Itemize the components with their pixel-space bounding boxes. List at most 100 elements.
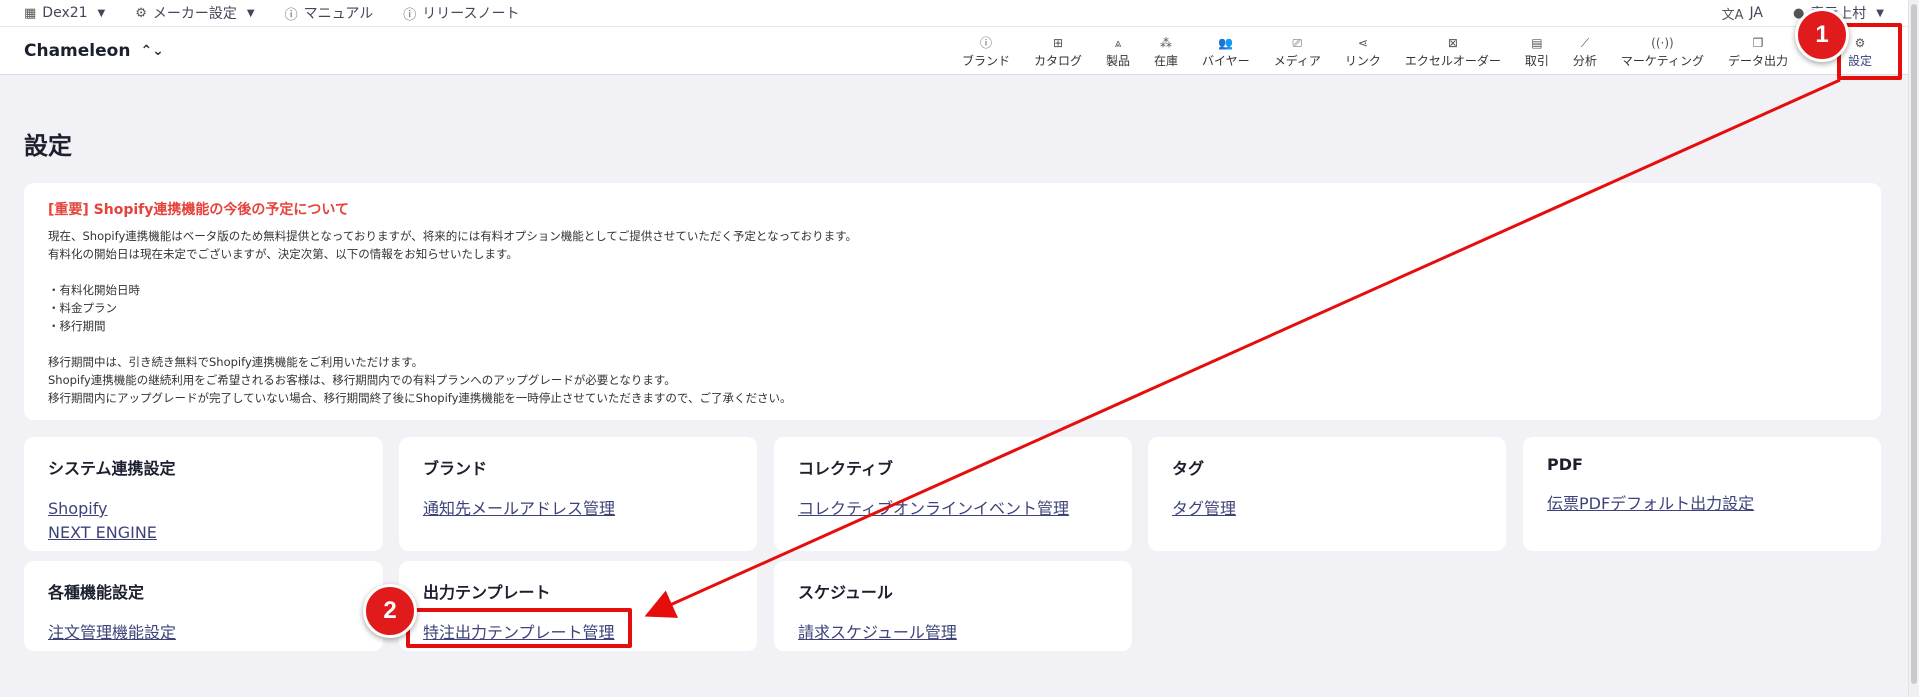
notice-line: Shopify連携機能の継続利用をご希望されるお客様は、移行期間内での有料プラン… <box>48 373 676 387</box>
excel-icon: ⊠ <box>1447 36 1458 50</box>
nav-item-1[interactable]: ⊞ カタログ <box>1022 27 1094 74</box>
card-title: スケジュール <box>798 583 893 602</box>
nav-item-8[interactable]: ▤ 取引 <box>1513 27 1561 74</box>
notice-line <box>48 263 1857 281</box>
chevron-updown-icon: ⌃⌄ <box>140 42 164 59</box>
card-title: コレクティブ <box>798 459 894 478</box>
chart-icon: ⟋ <box>1580 36 1590 50</box>
main-header: Chameleon ⌃⌄ ⓘ ブランド ⊞ カタログ ⩓ 製品 ⁂ 在庫 👥 バイヤー ⎚ メディア ⋖… <box>0 26 1908 75</box>
card-pdf: PDF 伝票PDFデフォルト出力設定 <box>1523 437 1881 551</box>
copy-icon: ❐ <box>1752 36 1764 50</box>
main-nav: ⓘ ブランド ⊞ カタログ ⩓ 製品 ⁂ 在庫 👥 バイヤー ⎚ メディア ⋖ リンク ⊠ エクセルオーダー ▤… <box>950 27 1884 74</box>
receipt-icon: ▤ <box>1531 36 1543 50</box>
notice-line: ・移行期間 <box>48 319 106 333</box>
page-title: 設定 <box>24 132 72 160</box>
card-brand: ブランド 通知先メールアドレス管理 <box>399 437 757 551</box>
gear-icon: ⚙ <box>135 5 147 21</box>
link-pdf-default-output[interactable]: 伝票PDFデフォルト出力設定 <box>1547 492 1857 516</box>
page-scrollbar[interactable] <box>1908 0 1919 697</box>
release-notes-label: リリースノート <box>422 6 520 22</box>
grid-icon: ⊞ <box>1052 36 1064 50</box>
boxes-icon: ⁂ <box>1160 36 1173 50</box>
link-collective-online-event[interactable]: コレクティブオンラインイベント管理 <box>798 497 1108 521</box>
nav-item-5[interactable]: ⎚ メディア <box>1262 27 1333 74</box>
card-tag: タグ タグ管理 <box>1148 437 1506 551</box>
link-tag-management[interactable]: タグ管理 <box>1172 497 1482 521</box>
notice-line: 移行期間中は、引き続き無料でShopify連携機能をご利用いただけます。 <box>48 355 424 369</box>
highlight-box-template <box>406 608 632 648</box>
nav-item-label: マーケティング <box>1620 54 1704 68</box>
notice-title: [重要] Shopify連携機能の今後の予定について <box>48 202 349 218</box>
scrollbar-thumb[interactable] <box>1911 4 1917 684</box>
step-badge-2: 2 <box>363 584 417 638</box>
nav-item-label: 在庫 <box>1154 54 1179 68</box>
card-title: PDF <box>1547 455 1583 474</box>
card-title: タグ <box>1172 459 1205 478</box>
cast-icon: ⎚ <box>1292 36 1303 50</box>
notice-line: ・有料化開始日時 <box>48 283 140 297</box>
link-order-management-settings[interactable]: 注文管理機能設定 <box>48 621 359 645</box>
broadcast-icon: ((·)) <box>1651 36 1674 50</box>
nav-item-label: カタログ <box>1034 54 1083 68</box>
manual-link[interactable]: ⓘ マニュアル <box>285 3 374 23</box>
maker-settings-menu[interactable]: ⚙ メーカー設定 ▼ <box>135 3 254 23</box>
card-collective: コレクティブ コレクティブオンラインイベント管理 <box>774 437 1132 551</box>
notice-line: ・料金プラン <box>48 301 117 315</box>
caret-down-icon: ▼ <box>246 7 255 19</box>
info-icon: ⓘ <box>403 7 417 23</box>
shopify-notice: [重要] Shopify連携機能の今後の予定について 現在、Shopify連携機… <box>24 183 1881 420</box>
link-notification-email[interactable]: 通知先メールアドレス管理 <box>423 497 733 521</box>
nav-item-9[interactable]: ⟋ 分析 <box>1561 27 1609 74</box>
building-icon: ▦ <box>24 5 37 21</box>
hanger-icon: ⩓ <box>1114 36 1122 50</box>
app-switcher[interactable]: Chameleon ⌃⌄ <box>24 41 164 61</box>
nav-item-6[interactable]: ⋖ リンク <box>1333 27 1393 74</box>
topbar-left: ▦ Dex21 ▼ ⚙ メーカー設定 ▼ ⓘ マニュアル ⓘ リリースノート <box>24 3 520 23</box>
notice-body: 現在、Shopify連携機能はベータ版のため無料提供となっておりますが、将来的に… <box>48 227 1857 407</box>
caret-down-icon: ▼ <box>97 7 106 19</box>
nav-item-label: バイヤー <box>1202 54 1250 68</box>
notice-line: 移行期間内にアップグレードが完了していない場合、移行期間終了後にShopify連… <box>48 391 792 405</box>
link-billing-schedule[interactable]: 請求スケジュール管理 <box>798 621 1108 645</box>
maker-settings-label: メーカー設定 <box>152 6 237 22</box>
app-name: Chameleon <box>24 40 131 61</box>
card-feature-settings: 各種機能設定 注文管理機能設定 <box>24 561 383 651</box>
nav-item-7[interactable]: ⊠ エクセルオーダー <box>1393 27 1513 74</box>
card-title: ブランド <box>423 459 488 478</box>
nav-item-label: エクセルオーダー <box>1404 54 1501 68</box>
share-icon: ⋖ <box>1357 36 1368 50</box>
nav-item-label: メディア <box>1273 54 1321 68</box>
link-next-engine[interactable]: NEXT ENGINE <box>48 521 359 545</box>
nav-item-11[interactable]: ❐ データ出力 <box>1716 27 1800 74</box>
card-system-integration: システム連携設定 Shopify NEXT ENGINE <box>24 437 383 551</box>
nav-item-2[interactable]: ⩓ 製品 <box>1094 27 1142 74</box>
language-label: JA <box>1749 5 1763 21</box>
notice-line: 現在、Shopify連携機能はベータ版のため無料提供となっておりますが、将来的に… <box>48 229 858 243</box>
org-name: Dex21 <box>42 5 88 21</box>
top-utility-bar: ▦ Dex21 ▼ ⚙ メーカー設定 ▼ ⓘ マニュアル ⓘ リリースノート 文… <box>0 0 1908 26</box>
nav-item-label: 製品 <box>1106 54 1131 68</box>
notice-line <box>48 335 1857 353</box>
info-icon: ⓘ <box>979 36 992 50</box>
nav-item-0[interactable]: ⓘ ブランド <box>950 27 1022 74</box>
nav-item-label: 取引 <box>1524 54 1549 68</box>
nav-item-10[interactable]: ((·)) マーケティング <box>1609 27 1716 74</box>
nav-item-label: 分析 <box>1572 54 1597 68</box>
notice-line: 有料化の開始日は現在未定でございますが、決定次第、以下の情報をお知らせいたします… <box>48 247 518 261</box>
language-switcher[interactable]: 文A JA <box>1722 4 1763 23</box>
help-icon: ⓘ <box>284 7 298 23</box>
nav-item-label: ブランド <box>961 54 1010 68</box>
nav-item-label: データ出力 <box>1727 54 1788 68</box>
card-title: 各種機能設定 <box>48 583 145 602</box>
nav-item-4[interactable]: 👥 バイヤー <box>1190 27 1262 74</box>
step-badge-1: 1 <box>1795 8 1849 62</box>
nav-item-3[interactable]: ⁂ 在庫 <box>1142 27 1190 74</box>
manual-label: マニュアル <box>303 6 374 22</box>
people-icon: 👥 <box>1218 36 1234 50</box>
translate-icon: 文A <box>1721 7 1744 23</box>
org-switcher[interactable]: ▦ Dex21 ▼ <box>24 5 105 21</box>
link-shopify[interactable]: Shopify <box>48 497 359 521</box>
release-notes-link[interactable]: ⓘ リリースノート <box>403 3 519 23</box>
nav-item-label: リンク <box>1344 54 1381 68</box>
card-title: 出力テンプレート <box>423 583 551 602</box>
